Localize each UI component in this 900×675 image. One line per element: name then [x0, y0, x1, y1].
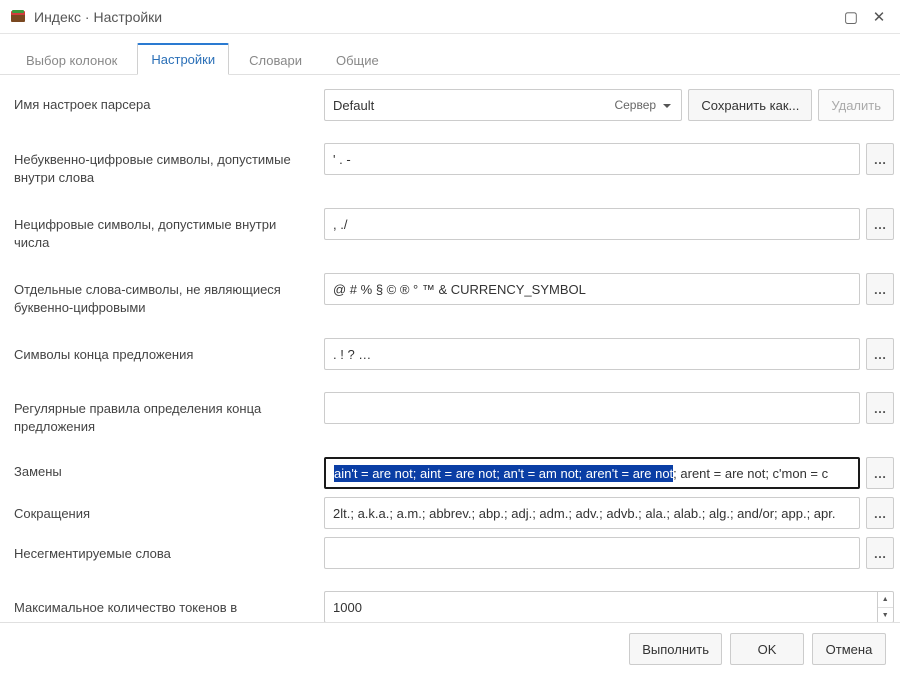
input-non-alnum-in-word[interactable] — [324, 143, 860, 175]
tab-settings[interactable]: Настройки — [137, 43, 229, 75]
ellipsis-abbreviations[interactable]: … — [866, 497, 894, 529]
app-icon — [10, 9, 26, 25]
ellipsis-non-digit-in-number[interactable]: … — [866, 208, 894, 240]
row-max-tokens: Максимальное количество токенов в предло… — [14, 591, 894, 622]
label-sentence-end: Символы конца предложения — [14, 338, 324, 364]
ellipsis-standalone-symbols[interactable]: … — [866, 273, 894, 305]
row-abbreviations: Сокращения … — [14, 497, 894, 529]
row-parser-name: Имя настроек парсера Default Сервер Сохр… — [14, 89, 894, 121]
row-sentence-regex: Регулярные правила определения конца пре… — [14, 392, 894, 435]
spinner-up[interactable]: ▲ — [878, 592, 894, 608]
input-substitutions[interactable] — [324, 457, 860, 489]
label-standalone-symbols: Отдельные слова-символы, не являющиеся б… — [14, 273, 324, 316]
row-non-alnum-in-word: Небуквенно-цифровые символы, допустимые … — [14, 143, 894, 186]
spinner-down[interactable]: ▼ — [878, 608, 894, 622]
cancel-button[interactable]: Отмена — [812, 633, 886, 665]
label-substitutions: Замены — [14, 457, 324, 481]
input-wrap-substitutions: ain't = are not; aint = are not; an't = … — [324, 457, 860, 489]
row-sentence-end: Символы конца предложения … — [14, 338, 894, 370]
dialog-footer: Выполнить OK Отмена — [0, 622, 900, 675]
ellipsis-sentence-end[interactable]: … — [866, 338, 894, 370]
save-as-button[interactable]: Сохранить как... — [688, 89, 812, 121]
input-non-segmentable[interactable] — [324, 537, 860, 569]
ellipsis-non-alnum-in-word[interactable]: … — [866, 143, 894, 175]
input-non-digit-in-number[interactable] — [324, 208, 860, 240]
close-button[interactable]: ✕ — [868, 8, 890, 26]
execute-button[interactable]: Выполнить — [629, 633, 722, 665]
chevron-down-icon — [663, 104, 671, 108]
server-dropdown[interactable]: Сервер — [606, 94, 679, 116]
titlebar: Индекс · Настройки ▢ ✕ — [0, 0, 900, 34]
parser-name-select[interactable]: Default Сервер — [324, 89, 682, 121]
ellipsis-substitutions[interactable]: … — [866, 457, 894, 489]
label-parser-name: Имя настроек парсера — [14, 96, 324, 114]
input-abbreviations[interactable] — [324, 497, 860, 529]
input-max-tokens[interactable] — [324, 591, 877, 622]
ellipsis-non-segmentable[interactable]: … — [866, 537, 894, 569]
ok-button[interactable]: OK — [730, 633, 804, 665]
label-non-segmentable: Несегментируемые слова — [14, 537, 324, 563]
label-non-alnum-in-word: Небуквенно-цифровые символы, допустимые … — [14, 143, 324, 186]
tab-columns[interactable]: Выбор колонок — [12, 45, 131, 75]
tab-bar: Выбор колонок Настройки Словари Общие — [0, 34, 900, 75]
window-title: Индекс · Настройки — [34, 9, 162, 25]
settings-scroll-area[interactable]: Имя настроек парсера Default Сервер Сохр… — [0, 75, 900, 622]
row-non-digit-in-number: Нецифровые символы, допустимые внутри чи… — [14, 208, 894, 251]
input-standalone-symbols[interactable] — [324, 273, 860, 305]
ellipsis-sentence-regex[interactable]: … — [866, 392, 894, 424]
row-non-segmentable: Несегментируемые слова … — [14, 537, 894, 569]
label-max-tokens: Максимальное количество токенов в предло… — [14, 591, 324, 622]
tab-general[interactable]: Общие — [322, 45, 393, 75]
row-substitutions: Замены ain't = are not; aint = are not; … — [14, 457, 894, 489]
input-sentence-end[interactable] — [324, 338, 860, 370]
label-sentence-regex: Регулярные правила определения конца пре… — [14, 392, 324, 435]
label-non-digit-in-number: Нецифровые символы, допустимые внутри чи… — [14, 208, 324, 251]
maximize-button[interactable]: ▢ — [840, 8, 862, 26]
max-tokens-spinner[interactable]: ▲ ▼ — [877, 591, 895, 622]
label-abbreviations: Сокращения — [14, 497, 324, 523]
row-standalone-symbols: Отдельные слова-символы, не являющиеся б… — [14, 273, 894, 316]
input-sentence-regex[interactable] — [324, 392, 860, 424]
tab-dictionaries[interactable]: Словари — [235, 45, 316, 75]
delete-button: Удалить — [818, 89, 894, 121]
